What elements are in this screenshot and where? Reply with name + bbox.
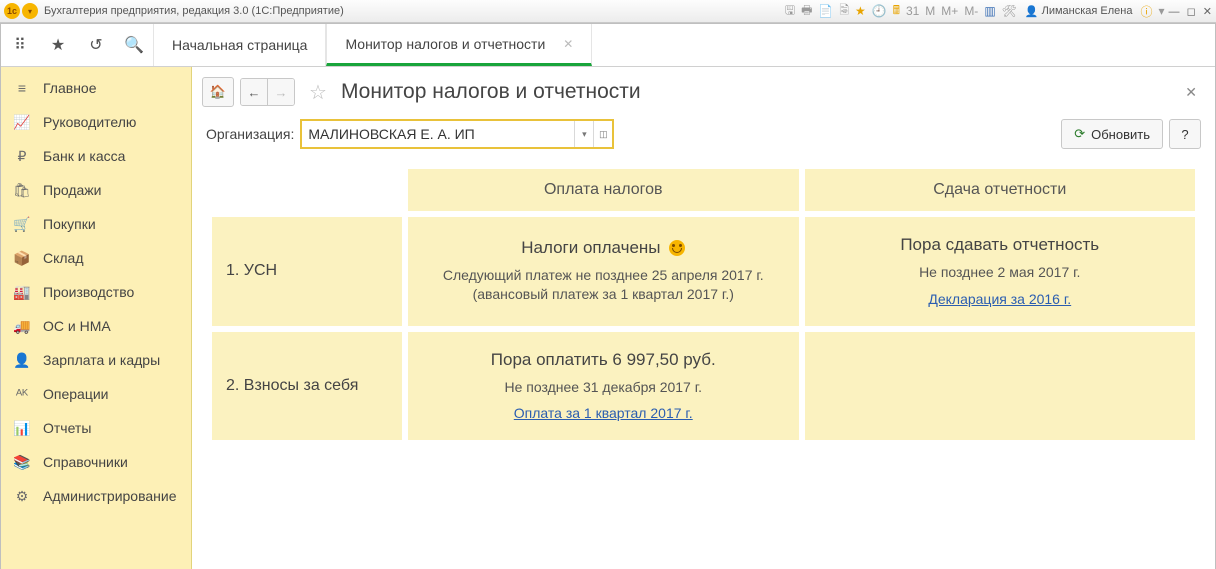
cart-icon: 🛒 [13, 216, 31, 233]
box-icon: 📦 [13, 250, 31, 267]
forward-button[interactable]: → [267, 79, 294, 105]
bag-icon: 🛍 [13, 182, 31, 199]
help-button[interactable]: ? [1169, 119, 1201, 149]
col-rep: Сдача отчетности [805, 169, 1196, 211]
home-button[interactable]: 🏠 [202, 77, 234, 107]
history-list-icon[interactable]: ↺ [77, 24, 115, 66]
smile-icon [669, 240, 685, 256]
sidebar: ≡Главное 📈Руководителю ₽Банк и касса 🛍Пр… [1, 67, 192, 569]
star-icon[interactable]: ★ [39, 24, 77, 66]
cell-usn-pay: Налоги оплачены Следующий платеж не позд… [408, 217, 799, 326]
cell-usn-rep: Пора сдавать отчетность Не позднее 2 мая… [805, 217, 1196, 326]
tab-monitor[interactable]: Монитор налогов и отчетности ✕ [326, 24, 592, 66]
page-close-icon[interactable]: ✕ [1181, 80, 1201, 105]
sidebar-item-manager[interactable]: 📈Руководителю [1, 105, 191, 139]
monitor-table: Оплата налогов Сдача отчетности 1. УСН Н… [206, 163, 1201, 446]
calendar-icon[interactable]: 31 [906, 4, 919, 18]
panels-icon[interactable]: ▥ [984, 4, 995, 18]
sidebar-item-main[interactable]: ≡Главное [1, 71, 191, 105]
compare-icon[interactable]: 🗟 [839, 1, 849, 22]
app-menu-icon[interactable]: ▾ [22, 3, 38, 19]
favorite-icon[interactable]: ☆ [309, 80, 327, 105]
title-toolbar: 🖫 🖶 📄 🗟 ★ 🕘 🖩 31 M M+ M- ▥ 🛠 [785, 1, 1017, 22]
link-declaration[interactable]: Декларация за 2016 г. [928, 291, 1071, 307]
chart-icon: 📈 [13, 114, 31, 131]
truck-icon: 🚚 [13, 318, 31, 335]
doc-icon[interactable]: 📄 [818, 4, 833, 18]
app-title: Бухгалтерия предприятия, редакция 3.0 (1… [44, 5, 344, 17]
dtkt-icon: ᴬᴷ [13, 386, 31, 402]
close-button[interactable]: ✕ [1203, 6, 1212, 18]
person-icon: 👤 [13, 352, 31, 369]
tab-close-icon[interactable]: ✕ [563, 37, 573, 51]
refresh-button[interactable]: ⟳Обновить [1061, 119, 1163, 149]
sidebar-item-hr[interactable]: 👤Зарплата и кадры [1, 343, 191, 377]
app-logo-icon: 1c [4, 3, 20, 19]
row-label-vznos: 2. Взносы за себя [212, 332, 402, 441]
print-icon[interactable]: 🖶 [801, 1, 812, 22]
apps-icon[interactable]: ⠿ [1, 24, 39, 66]
cell-vznos-pay: Пора оплатить 6 997,50 руб. Не позднее 3… [408, 332, 799, 441]
save-icon[interactable]: 🖫 [785, 1, 795, 22]
sidebar-item-stock[interactable]: 📦Склад [1, 241, 191, 275]
minimize-button[interactable]: — [1169, 6, 1180, 18]
menu-icon: ≡ [13, 80, 31, 96]
tab-start[interactable]: Начальная страница [153, 24, 326, 66]
org-label: Организация: [206, 126, 294, 142]
main-toolbar: ⠿ ★ ↺ 🔍 Начальная страница Монитор налог… [1, 24, 1215, 67]
fav-icon[interactable]: ★ [855, 4, 866, 18]
title-bar: 1c ▾ Бухгалтерия предприятия, редакция 3… [0, 0, 1216, 23]
org-open-icon[interactable]: ◫ [593, 121, 612, 147]
ruble-icon: ₽ [13, 148, 31, 165]
info-icon[interactable]: ⓘ [1140, 3, 1152, 20]
cell-vznos-rep [805, 332, 1196, 441]
back-button[interactable]: ← [241, 79, 267, 105]
bars-icon: 📊 [13, 420, 31, 437]
link-payment[interactable]: Оплата за 1 квартал 2017 г. [514, 405, 693, 421]
gear-icon: ⚙ [13, 488, 31, 505]
search-icon[interactable]: 🔍 [115, 24, 153, 66]
row-label-usn: 1. УСН [212, 217, 402, 326]
org-field[interactable]: ▾ ◫ [300, 119, 614, 149]
org-dropdown-icon[interactable]: ▾ [574, 121, 593, 147]
m-minus-icon[interactable]: M- [964, 4, 978, 18]
tools-icon[interactable]: 🛠 [1002, 4, 1017, 18]
user-label[interactable]: 👤 Лиманская Елена [1025, 5, 1133, 18]
sidebar-item-reports[interactable]: 📊Отчеты [1, 411, 191, 445]
org-input[interactable] [302, 126, 574, 142]
sidebar-item-production[interactable]: 🏭Производство [1, 275, 191, 309]
sidebar-item-bank[interactable]: ₽Банк и касса [1, 139, 191, 173]
sidebar-item-sales[interactable]: 🛍Продажи [1, 173, 191, 207]
col-pay: Оплата налогов [408, 169, 799, 211]
window-controls: — ◻ ✕ [1165, 5, 1212, 18]
sidebar-item-purchases[interactable]: 🛒Покупки [1, 207, 191, 241]
sidebar-item-assets[interactable]: 🚚ОС и НМА [1, 309, 191, 343]
sidebar-item-dictionaries[interactable]: 📚Справочники [1, 445, 191, 479]
history-icon[interactable]: 🕘 [872, 4, 887, 18]
m-icon[interactable]: M [925, 4, 935, 18]
books-icon: 📚 [13, 454, 31, 471]
sidebar-item-admin[interactable]: ⚙Администрирование [1, 479, 191, 513]
nav-back-forward: ← → [240, 78, 295, 106]
refresh-icon: ⟳ [1074, 126, 1085, 142]
maximize-button[interactable]: ◻ [1187, 6, 1196, 18]
factory-icon: 🏭 [13, 284, 31, 301]
page-title: Монитор налогов и отчетности [341, 80, 641, 104]
calc-icon[interactable]: 🖩 [893, 1, 900, 22]
m-plus-icon[interactable]: M+ [941, 4, 958, 18]
sidebar-item-operations[interactable]: ᴬᴷОперации [1, 377, 191, 411]
